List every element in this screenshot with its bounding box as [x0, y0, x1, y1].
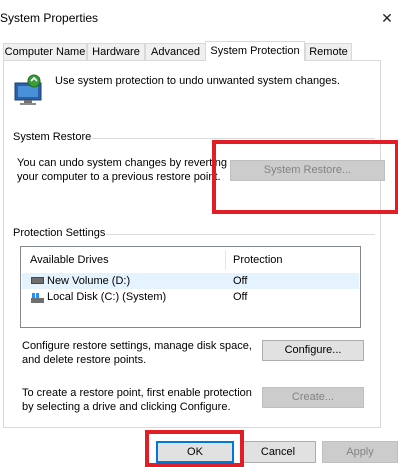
create-button[interactable]: Create... — [262, 387, 364, 408]
system-restore-heading: System Restore — [13, 131, 92, 143]
drive-row[interactable]: Local Disk (C:) (System) Off — [22, 289, 359, 305]
cancel-button[interactable]: Cancel — [240, 441, 316, 463]
drive-protection-status: Off — [233, 275, 248, 287]
drive-name: Local Disk (C:) (System) — [47, 291, 167, 303]
highlight-box-system-restore — [212, 140, 398, 214]
drive-protection-status: Off — [233, 291, 248, 303]
system-restore-text-line1: You can undo system changes by reverting — [17, 157, 227, 169]
protection-settings-divider — [106, 234, 375, 235]
drive-icon — [31, 277, 44, 284]
tab-advanced[interactable]: Advanced — [145, 43, 206, 60]
window-title: System Properties — [0, 11, 99, 25]
column-header-protection[interactable]: Protection — [233, 249, 283, 271]
tab-hardware[interactable]: Hardware — [87, 43, 145, 60]
system-restore-text-line2: your computer to a previous restore poin… — [17, 171, 221, 183]
column-divider — [225, 250, 226, 270]
tab-system-protection[interactable]: System Protection — [205, 41, 305, 61]
tab-content-panel — [3, 60, 381, 428]
intro-text: Use system protection to undo unwanted s… — [55, 75, 340, 87]
drives-list[interactable]: Available Drives Protection New Volume (… — [20, 246, 361, 328]
system-protection-icon — [12, 73, 44, 107]
protection-settings-heading: Protection Settings — [13, 227, 106, 239]
create-text-line1: To create a restore point, first enable … — [22, 387, 252, 399]
configure-text-line1: Configure restore settings, manage disk … — [22, 340, 252, 352]
system-drive-icon — [31, 292, 44, 303]
configure-button[interactable]: Configure... — [262, 340, 364, 361]
drive-name: New Volume (D:) — [47, 275, 131, 287]
tab-computer-name[interactable]: Computer Name — [3, 43, 87, 60]
close-icon[interactable]: ✕ — [376, 7, 398, 29]
apply-button[interactable]: Apply — [322, 441, 398, 463]
column-header-available-drives[interactable]: Available Drives — [30, 249, 109, 271]
highlight-box-ok — [145, 430, 244, 467]
system-restore-divider — [92, 138, 375, 139]
configure-text-line2: and delete restore points. — [22, 354, 147, 366]
tab-remote[interactable]: Remote — [305, 43, 352, 60]
create-text-line2: by selecting a drive and clicking Config… — [22, 401, 231, 413]
drive-row[interactable]: New Volume (D:) Off — [22, 273, 359, 289]
